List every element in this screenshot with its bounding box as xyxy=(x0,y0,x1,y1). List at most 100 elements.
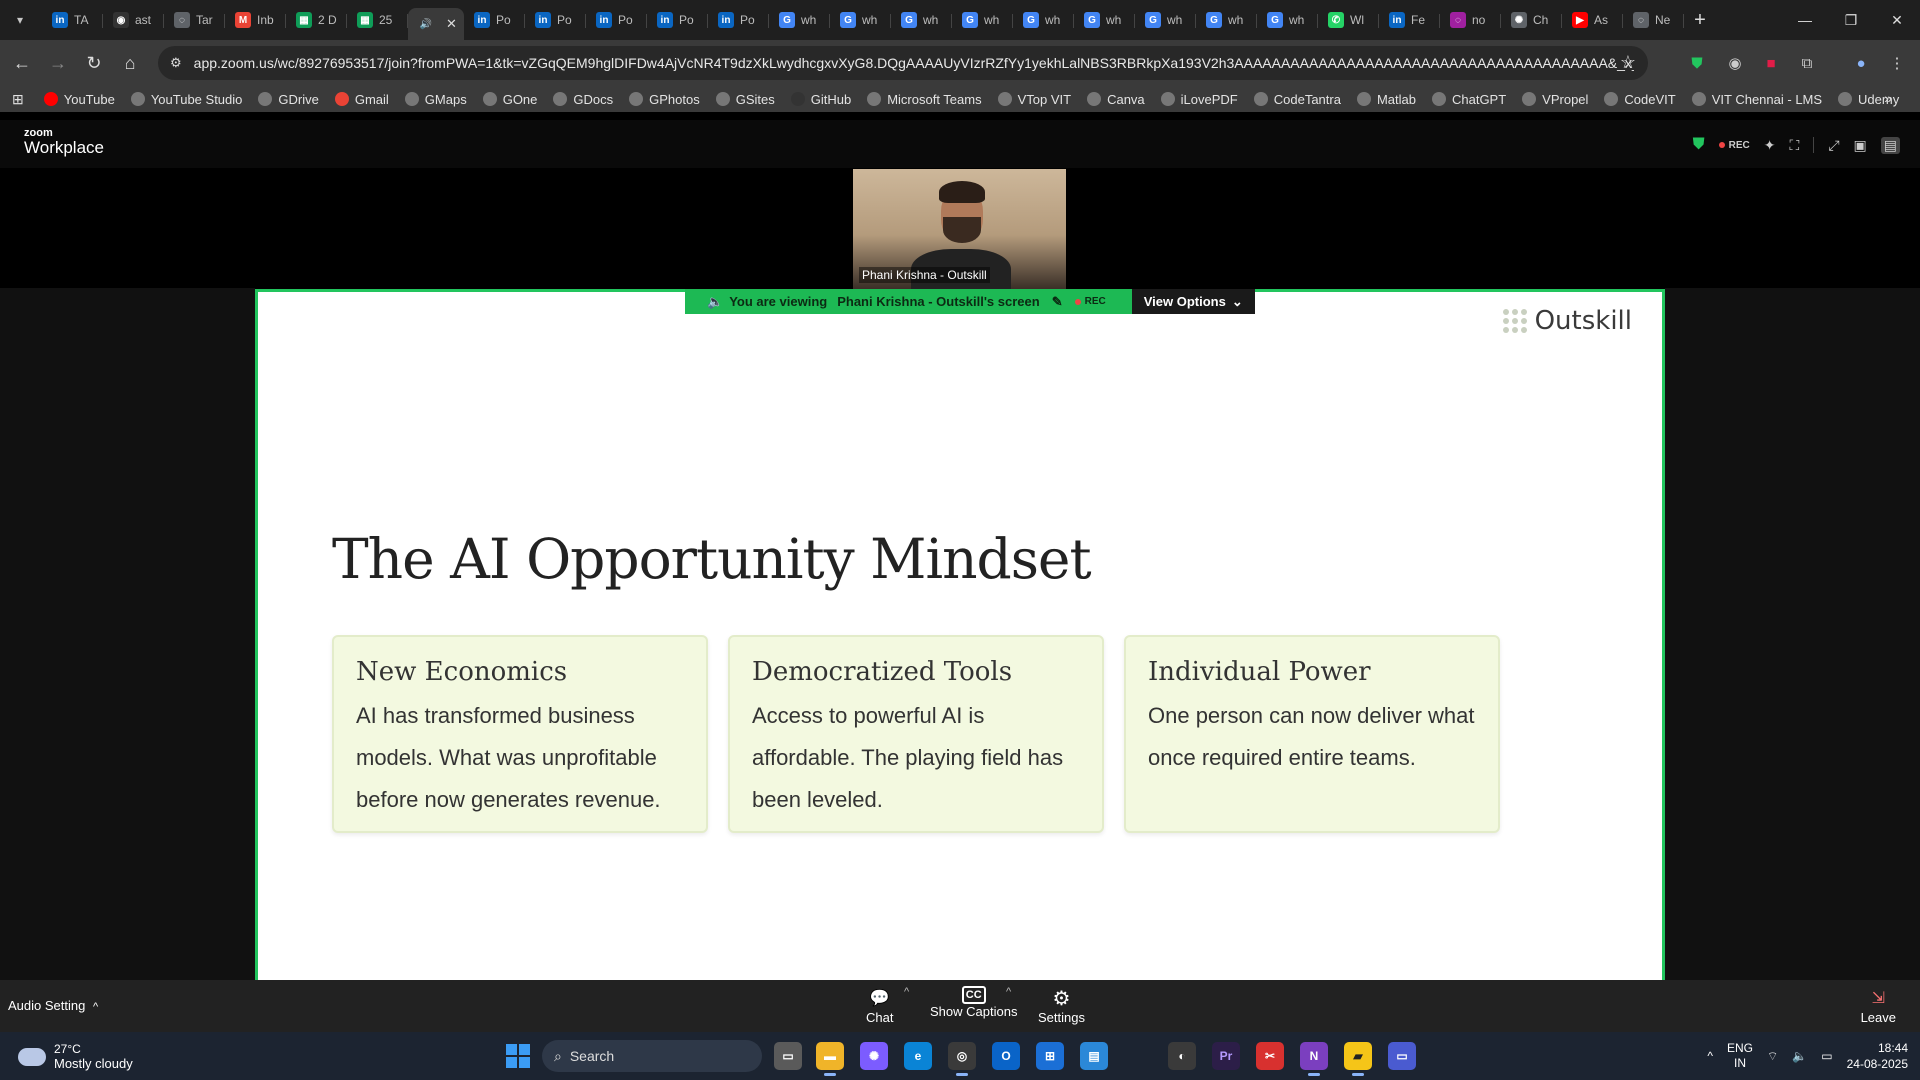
fullscreen-icon[interactable]: ⤢ xyxy=(1828,137,1839,154)
back-button[interactable]: ← xyxy=(4,45,40,81)
camera-extension-icon[interactable]: ◉ xyxy=(1720,48,1750,78)
bookmark-item[interactable]: GitHub xyxy=(790,92,851,107)
bookmark-item[interactable]: CodeTantra xyxy=(1253,92,1341,107)
address-bar[interactable]: ⚙ app.zoom.us/wc/89276953517/join?fromPW… xyxy=(158,46,1648,80)
browser-tab[interactable]: Gwh xyxy=(891,4,952,36)
bookmark-item[interactable]: Microsoft Teams xyxy=(867,92,982,107)
close-tab-icon[interactable]: ✕ xyxy=(446,16,457,32)
app-icon[interactable]: ▤ xyxy=(1080,1042,1108,1070)
bookmark-item[interactable]: YouTube xyxy=(43,92,115,107)
pocket-extension-icon[interactable]: ■ xyxy=(1756,48,1786,78)
app-icon-2[interactable]: ▭ xyxy=(1388,1042,1416,1070)
browser-tab[interactable]: Gwh xyxy=(1074,4,1135,36)
close-window-button[interactable]: ✕ xyxy=(1874,0,1920,40)
browser-tab[interactable]: ▶ As xyxy=(1562,4,1623,36)
browser-tab[interactable]: Gwh xyxy=(1257,4,1318,36)
bookmark-item[interactable]: CodeVIT xyxy=(1604,92,1676,107)
browser-tab[interactable]: in TA xyxy=(42,4,103,36)
premiere-icon[interactable]: Pr xyxy=(1212,1042,1240,1070)
bookmark-item[interactable]: ChatGPT xyxy=(1431,92,1506,107)
new-tab-button[interactable]: + xyxy=(1686,6,1714,34)
browser-tab[interactable]: ◌ no xyxy=(1440,4,1501,36)
browser-tab[interactable]: M Inb xyxy=(225,4,286,36)
browser-tab[interactable]: Gwh xyxy=(830,4,891,36)
browser-tab[interactable]: in Po xyxy=(708,4,769,36)
browser-tab[interactable]: ✺ Ch xyxy=(1501,4,1562,36)
wifi-icon[interactable]: ⌔ xyxy=(1767,1049,1778,1064)
onenote-icon[interactable]: N xyxy=(1300,1042,1328,1076)
browser-tab[interactable]: in Po xyxy=(464,4,525,36)
home-button[interactable]: ⌂ xyxy=(112,45,148,81)
annotate-icon[interactable]: ✎ xyxy=(1052,294,1063,310)
bookmark-item[interactable]: GMaps xyxy=(404,92,467,107)
bookmark-item[interactable]: VIT Chennai - LMS xyxy=(1691,92,1822,107)
browser-tab[interactable]: ✆ Wl xyxy=(1318,4,1379,36)
restore-button[interactable]: ❐ xyxy=(1828,0,1874,40)
volume-icon[interactable]: 🔈 xyxy=(1792,1049,1807,1063)
tab-search-button[interactable]: ▾ xyxy=(6,6,34,34)
minimize-button[interactable]: — xyxy=(1782,0,1828,40)
snipping-tool-icon[interactable]: ✂ xyxy=(1256,1042,1284,1070)
reload-button[interactable]: ↻ xyxy=(76,45,112,81)
focus-icon[interactable]: ⛶ xyxy=(1790,137,1800,154)
taskbar-search[interactable]: ⌕ Search xyxy=(542,1040,762,1072)
battery-icon[interactable]: ▭ xyxy=(1821,1049,1832,1063)
browser-tab[interactable]: Gwh xyxy=(1135,4,1196,36)
browser-tab[interactable]: Gwh xyxy=(952,4,1013,36)
bookmark-item[interactable]: GOne xyxy=(482,92,537,107)
bookmark-star-icon[interactable]: ☆ xyxy=(1620,52,1636,73)
bookmark-item[interactable]: YouTube Studio xyxy=(130,92,242,107)
participant-video-tile[interactable]: Phani Krishna - Outskill xyxy=(853,169,1066,289)
audio-setting-button[interactable]: Audio Setting ^ xyxy=(8,998,98,1013)
settings-button[interactable]: ⚙ Settings xyxy=(1038,986,1085,1026)
sticky-notes-icon[interactable]: ▰ xyxy=(1344,1042,1372,1076)
file-explorer-icon[interactable]: ▬ xyxy=(816,1042,844,1076)
chrome-icon[interactable]: ◎ xyxy=(948,1042,976,1076)
bookmark-item[interactable]: GPhotos xyxy=(629,92,700,107)
leave-button[interactable]: ⇲ Leave xyxy=(1861,986,1896,1025)
bookmark-item[interactable]: Gmail xyxy=(334,92,389,107)
bookmark-item[interactable]: VTop VIT xyxy=(997,92,1071,107)
site-info-icon[interactable]: ⚙ xyxy=(170,55,182,71)
view-layout-icon[interactable]: ▤ xyxy=(1880,136,1900,154)
bookmark-item[interactable]: iLovePDF xyxy=(1160,92,1238,107)
browser-tab[interactable]: Gwh xyxy=(769,4,830,36)
edge-icon[interactable]: e xyxy=(904,1042,932,1070)
weather-widget[interactable]: 27°C Mostly cloudy xyxy=(18,1042,133,1072)
browser-tab[interactable]: in Po xyxy=(647,4,708,36)
obs-icon[interactable]: ◐ xyxy=(1168,1042,1196,1070)
bookmark-item[interactable]: Matlab xyxy=(1356,92,1416,107)
browser-tab[interactable]: Gwh xyxy=(1013,4,1074,36)
captions-options-chevron-icon[interactable]: ^ xyxy=(1006,986,1011,998)
view-options-button[interactable]: View Options ⌄ xyxy=(1131,289,1255,314)
browser-tab[interactable]: ◌ Tar xyxy=(164,4,225,36)
browser-tab[interactable]: ◉ ast xyxy=(103,4,164,36)
store-icon[interactable]: ⊞ xyxy=(1036,1042,1064,1070)
show-captions-button[interactable]: CC Show Captions xyxy=(930,986,1017,1019)
clock[interactable]: 18:44 24-08-2025 xyxy=(1847,1040,1908,1072)
chat-options-chevron-icon[interactable]: ^ xyxy=(904,986,909,998)
bookmark-item[interactable]: GDrive xyxy=(258,92,319,107)
bookmark-item[interactable]: Canva xyxy=(1087,92,1145,107)
bookmark-item[interactable]: VPropel xyxy=(1522,92,1588,107)
task-view-icon[interactable]: ▭ xyxy=(774,1042,802,1070)
chevron-up-icon[interactable]: ^ xyxy=(93,1001,98,1013)
browser-tab[interactable]: in Po xyxy=(525,4,586,36)
chat-button[interactable]: 💬 Chat xyxy=(866,986,893,1025)
copilot-icon[interactable]: ✺ xyxy=(860,1042,888,1070)
forward-button[interactable]: → xyxy=(40,45,76,81)
browser-tab[interactable]: ▦ 25 xyxy=(347,4,408,36)
bookmark-item[interactable]: GSites xyxy=(715,92,775,107)
encryption-shield-icon[interactable]: ⛊ xyxy=(1693,136,1705,154)
browser-tab[interactable]: 🔊 ✕ xyxy=(408,8,464,40)
browser-tab[interactable]: in Po xyxy=(586,4,647,36)
browser-tab[interactable]: ◌ Ne xyxy=(1623,4,1684,36)
profile-avatar[interactable]: ● xyxy=(1846,48,1876,78)
apps-grid-icon[interactable]: ⊞ xyxy=(12,91,24,108)
browser-tab[interactable]: ▦ 2 D xyxy=(286,4,347,36)
outlook-icon[interactable]: O xyxy=(992,1042,1020,1070)
bookmarks-overflow-icon[interactable]: » xyxy=(1884,90,1892,106)
recording-indicator[interactable]: REC xyxy=(1718,140,1750,151)
shield-extension-icon[interactable]: ⛊ xyxy=(1682,48,1712,78)
bookmark-item[interactable]: GDocs xyxy=(553,92,613,107)
